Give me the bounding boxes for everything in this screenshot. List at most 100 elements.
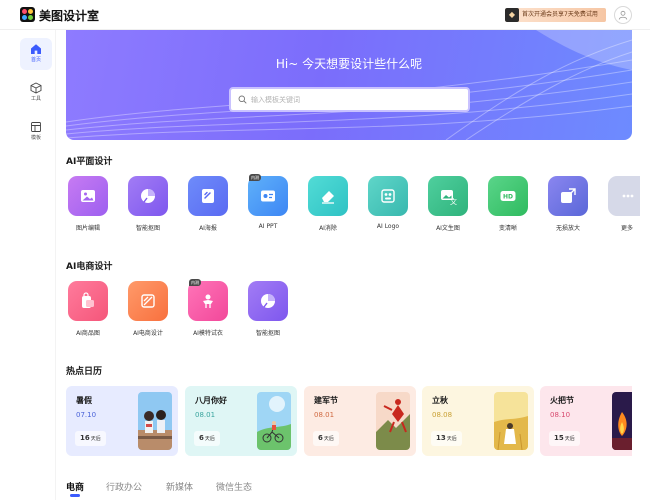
more-icon [622, 194, 634, 198]
search-input[interactable] [251, 92, 461, 108]
enlarge-icon [561, 188, 576, 203]
ai-model-fitting-tile[interactable]: 内测 [188, 279, 228, 321]
user-avatar[interactable] [614, 6, 632, 24]
tool-label: 智能抠图 [135, 225, 160, 232]
promo-badge[interactable]: ◆ 首次开通会员享7天免费试用 [505, 8, 606, 22]
svg-text:HD: HD [503, 194, 513, 201]
countdown-number: 13 [436, 434, 446, 442]
cutout-icon [261, 294, 275, 308]
calendar-event-date: 08.10 [550, 411, 571, 419]
countdown-unit: 天后 [446, 436, 457, 442]
tool-more[interactable]: 更多 [600, 176, 640, 232]
banner-title: Hi~ 今天想要设计些什么呢 [275, 57, 423, 71]
calendar-event-date: 08.01 [314, 411, 335, 419]
eraser-icon [322, 191, 334, 204]
calendar-card-summer-vacation[interactable]: 暑假 07.10 16天后 [66, 386, 178, 456]
countdown-number: 6 [199, 434, 204, 442]
tool-ai-text-to-image[interactable]: 文 AI文生图 [420, 176, 476, 232]
ai-product-image-tile[interactable] [68, 281, 108, 321]
tool-sharpen[interactable]: HD 变清晰 [480, 176, 536, 232]
smart-cutout-tile[interactable] [248, 281, 288, 321]
tool-label: AI PPT [258, 223, 278, 230]
image-edit-tile[interactable] [68, 176, 108, 216]
app-title[interactable]: 美图设计室 [39, 7, 99, 24]
sidebar-item-tools[interactable]: 工具 [20, 77, 52, 109]
countdown-unit: 天后 [90, 436, 101, 442]
calendar-countdown: 16天后 [75, 431, 106, 446]
cube-icon [30, 82, 42, 94]
calendar-event-name: 火把节 [550, 396, 574, 405]
tool-ai-logo[interactable]: AI Logo [360, 176, 416, 230]
calendar-event-name: 八月你好 [195, 396, 227, 405]
tab-office[interactable]: 行政办公 [106, 480, 142, 493]
ai-logo-tile[interactable] [368, 176, 408, 216]
home-icon [31, 44, 41, 54]
ai-poster-tile[interactable] [188, 176, 228, 216]
lossless-enlarge-tile[interactable] [548, 176, 588, 216]
calendar-countdown: 15天后 [549, 431, 580, 446]
ai-text-to-image-tile[interactable]: 文 [428, 176, 468, 216]
tab-wechat[interactable]: 微信生态 [216, 480, 252, 493]
tool-ai-model-fitting[interactable]: 内测 AI模特试衣 [180, 279, 236, 337]
ai-ppt-tile[interactable]: 内测 [248, 174, 288, 216]
vip-diamond-icon: ◆ [505, 8, 519, 22]
calendar-card-torch-festival[interactable]: 火把节 08.10 15天后 [540, 386, 632, 456]
section-title-ai-ecommerce: AI电商设计 [66, 262, 113, 272]
more-tile[interactable] [608, 176, 640, 216]
calendar-event-date: 08.08 [432, 411, 453, 419]
tab-new-media[interactable]: 新媒体 [166, 480, 193, 493]
sharpen-tile[interactable]: HD [488, 176, 528, 216]
tool-ai-ppt[interactable]: 内测 AI PPT [240, 174, 296, 230]
calendar-countdown: 6天后 [194, 431, 220, 446]
active-tab-indicator [70, 494, 80, 497]
ppt-icon [261, 190, 275, 202]
smart-cutout-tile[interactable] [128, 176, 168, 216]
template-icon [31, 122, 41, 132]
tool-smart-cutout-ecommerce[interactable]: 智能抠图 [240, 281, 296, 337]
ai-ecommerce-design-tile[interactable] [128, 281, 168, 321]
calendar-card-hello-august[interactable]: 八月你好 08.01 6天后 [185, 386, 297, 456]
tool-ai-poster[interactable]: AI海报 [180, 176, 236, 232]
tool-label: AI Logo [376, 223, 400, 230]
promo-text: 首次开通会员享7天免费试用 [522, 11, 598, 18]
calendar-event-name: 立秋 [432, 396, 448, 405]
tool-label: AI海报 [199, 225, 217, 232]
tool-label: AI商品图 [76, 330, 100, 337]
tool-lossless-enlarge[interactable]: 无损放大 [540, 176, 596, 232]
section-title-calendar: 热点日历 [66, 367, 103, 377]
sidebar-item-templates[interactable]: 模板 [20, 116, 52, 148]
tab-ecommerce[interactable]: 电商 [66, 480, 84, 493]
tool-ai-ecommerce-design[interactable]: AI电商设计 [120, 281, 176, 337]
sidebar-item-label: 首页 [30, 57, 41, 63]
banner-waves-decoration [66, 30, 632, 140]
user-icon [618, 10, 628, 20]
sidebar: 首页 工具 模板 [0, 30, 56, 500]
countdown-unit: 天后 [564, 436, 575, 442]
tool-smart-cutout[interactable]: 智能抠图 [120, 176, 176, 232]
beta-tag: 内测 [249, 174, 261, 181]
hero-banner: Hi~ 今天想要设计些什么呢 [66, 30, 632, 140]
calendar-thumbnail-soldier [376, 392, 410, 450]
tool-label: AI消除 [319, 225, 337, 232]
tool-label: AI文生图 [436, 225, 460, 232]
calendar-event-name: 建军节 [314, 396, 338, 405]
tool-label: 无损放大 [555, 225, 580, 232]
calendar-countdown: 13天后 [431, 431, 462, 446]
ai-erase-tile[interactable] [308, 176, 348, 216]
app-logo-icon[interactable] [20, 7, 35, 22]
logo-icon [381, 189, 395, 203]
text-to-image-icon: 文 [441, 190, 457, 205]
tool-ai-erase[interactable]: AI消除 [300, 176, 356, 232]
hd-icon: HD [500, 191, 516, 201]
calendar-card-start-of-autumn[interactable]: 立秋 08.08 13天后 [422, 386, 534, 456]
sidebar-item-home[interactable]: 首页 [20, 38, 52, 70]
calendar-thumbnail-cyclist [257, 392, 291, 450]
calendar-card-army-day[interactable]: 建军节 08.01 6天后 [304, 386, 416, 456]
calendar-event-date: 08.01 [195, 411, 216, 419]
svg-text:文: 文 [450, 197, 457, 205]
tool-label: AI电商设计 [133, 330, 163, 337]
tool-ai-product-image[interactable]: AI商品图 [60, 281, 116, 337]
tool-image-edit[interactable]: 图片编辑 [60, 176, 116, 232]
template-search-box[interactable] [229, 87, 470, 112]
calendar-thumbnail-torch [612, 392, 632, 450]
